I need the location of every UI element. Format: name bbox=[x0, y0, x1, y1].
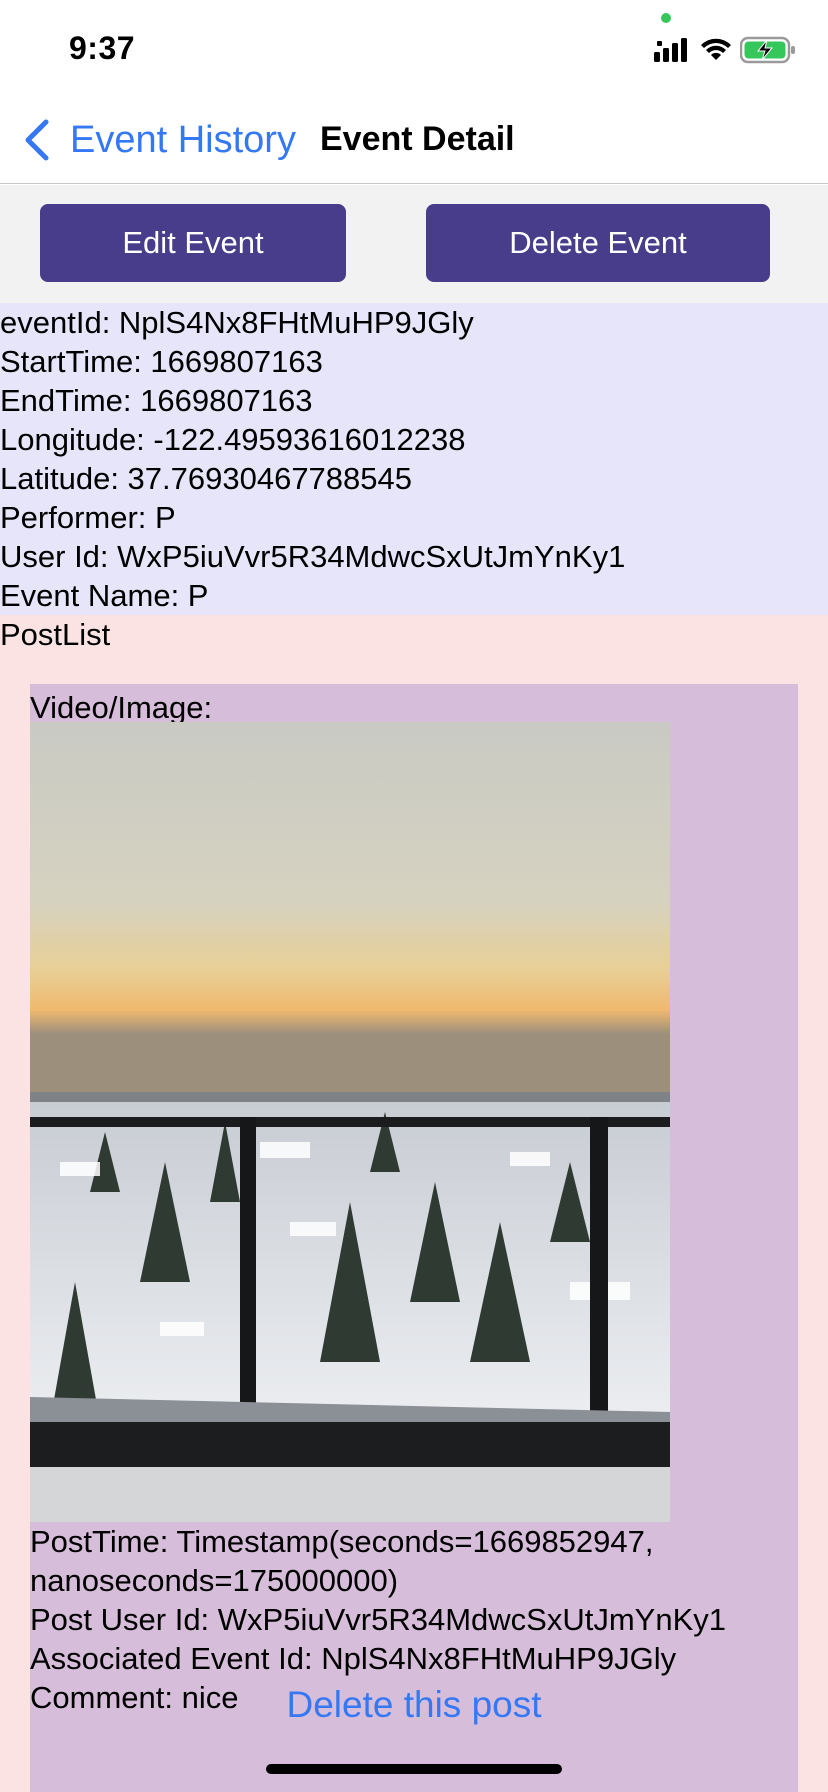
event-name-text: Event Name: P bbox=[0, 578, 209, 613]
status-bar: 9:37 bbox=[0, 0, 828, 96]
post-card: Video/Image: PostTime: Timestamp(seconds… bbox=[30, 684, 798, 1792]
chevron-left-icon bbox=[25, 119, 49, 161]
home-indicator[interactable] bbox=[266, 1764, 562, 1774]
post-photo[interactable] bbox=[30, 722, 670, 1522]
edit-event-button[interactable]: Edit Event bbox=[40, 204, 346, 282]
wifi-icon bbox=[701, 38, 731, 60]
battery-charging-icon bbox=[740, 36, 795, 64]
signal-icon bbox=[654, 38, 687, 62]
end-time-text: EndTime: 1669807163 bbox=[0, 383, 313, 418]
post-user-id-text: Post User Id: WxP5iuVvr5R34MdwcSxUtJmYnK… bbox=[30, 1602, 726, 1637]
delete-event-button[interactable]: Delete Event bbox=[426, 204, 770, 282]
longitude-text: Longitude: -122.49593616012238 bbox=[0, 422, 466, 457]
page-title: Event Detail bbox=[320, 120, 515, 158]
delete-post-button[interactable]: Delete this post bbox=[30, 1684, 798, 1726]
event-info-panel: eventId: NplS4Nx8FHtMuHP9JGly StartTime:… bbox=[0, 303, 828, 615]
post-list-label: PostList bbox=[0, 617, 111, 652]
post-time-text: PostTime: Timestamp(seconds=1669852947, bbox=[30, 1524, 654, 1559]
performer-text: Performer: P bbox=[0, 500, 176, 535]
action-bar: Edit Event Delete Event bbox=[0, 185, 828, 303]
latitude-text: Latitude: 37.76930467788545 bbox=[0, 461, 413, 496]
event-id-text: eventId: NplS4Nx8FHtMuHP9JGly bbox=[0, 305, 474, 340]
privacy-indicator-dot bbox=[661, 13, 671, 23]
back-button-label: Event History bbox=[70, 118, 296, 161]
navigation-bar: Event History Event Detail bbox=[0, 96, 828, 184]
post-time-text-continued: nanoseconds=175000000) bbox=[30, 1563, 399, 1598]
back-button[interactable]: Event History bbox=[22, 116, 296, 164]
user-id-text: User Id: WxP5iuVvr5R34MdwcSxUtJmYnKy1 bbox=[0, 539, 626, 574]
status-time: 9:37 bbox=[69, 30, 136, 66]
associated-event-id-text: Associated Event Id: NplS4Nx8FHtMuHP9JGl… bbox=[30, 1641, 677, 1676]
start-time-text: StartTime: 1669807163 bbox=[0, 344, 323, 379]
post-list-section: PostList Video/Image: PostTime: Timestam… bbox=[0, 615, 828, 1792]
